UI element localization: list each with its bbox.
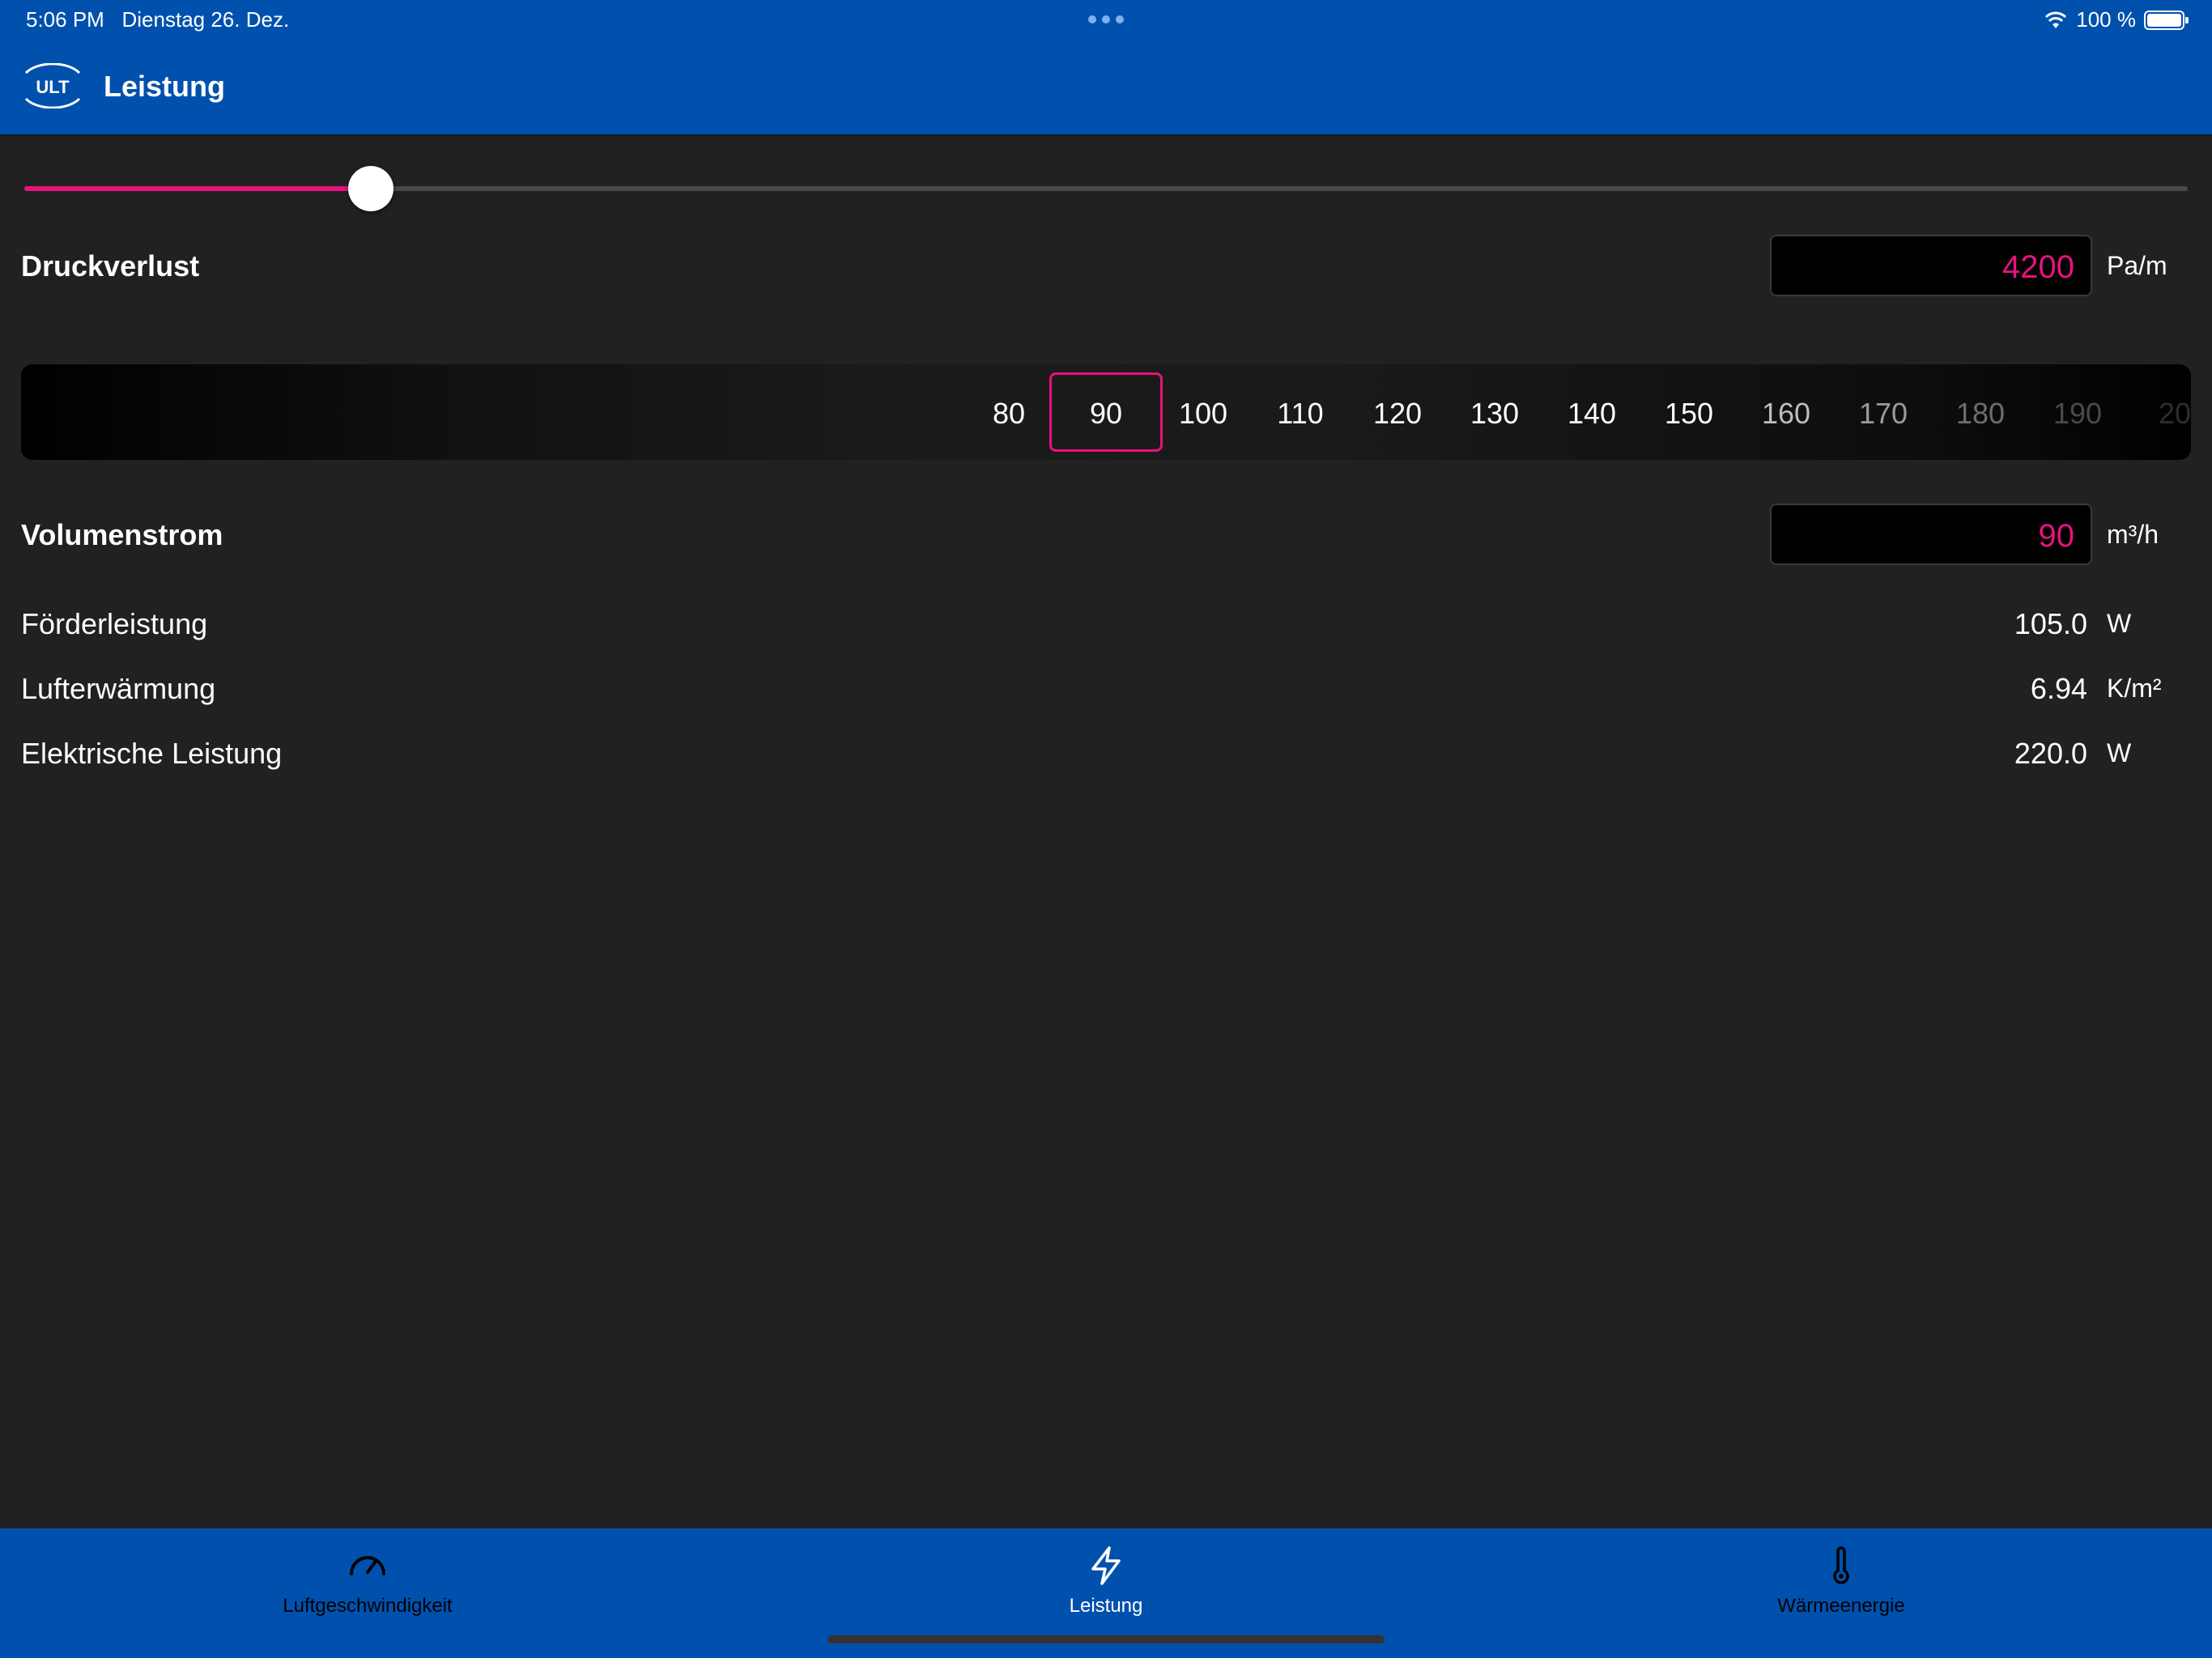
foerderleistung-value: 105.0 [2014, 607, 2087, 640]
tab-luftgeschwindigkeit[interactable]: Luftgeschwindigkeit [206, 1543, 530, 1618]
picker-item[interactable]: 150 [1640, 397, 1738, 431]
home-indicator[interactable] [827, 1635, 1385, 1643]
speedometer-icon [350, 1556, 385, 1575]
lufterwaermung-unit: K/m² [2107, 674, 2162, 703]
picker-item[interactable]: 170 [1835, 397, 1932, 431]
tab-label: Wärmeenergie [1777, 1595, 1905, 1617]
elektrische-leistung-value: 220.0 [2014, 737, 2087, 770]
volumenstrom-label: Volumenstrom [21, 518, 223, 551]
bolt-icon [1091, 1546, 1121, 1585]
elektrische-leistung-unit: W [2107, 738, 2132, 767]
battery-percent: 100 % [2076, 7, 2136, 32]
volumenstrom-picker[interactable]: 80 90 100 110 120 130 140 150 160 170 18… [21, 364, 2191, 460]
picker-item[interactable]: 130 [1446, 397, 1543, 431]
foerderleistung-unit: W [2107, 609, 2132, 638]
tab-waermeenergie[interactable]: Wärmeenergie [1679, 1543, 2003, 1618]
picker-item[interactable]: 110 [1252, 397, 1349, 431]
druckverlust-slider[interactable] [24, 166, 2188, 211]
ult-logo-icon: ULT [24, 63, 81, 108]
picker-item[interactable]: 80 [960, 397, 1057, 431]
picker-item[interactable]: 190 [2029, 397, 2126, 431]
status-time: 5:06 PM Dienstag 26. Dez. [26, 7, 289, 32]
navigation-bar: ULT Leistung [0, 39, 2212, 136]
page-title: Leistung [104, 70, 225, 103]
tab-label: Leistung [1069, 1595, 1143, 1617]
status-time-text: 5:06 PM [26, 7, 104, 32]
status-date: Dienstag 26. Dez. [121, 7, 290, 32]
foerderleistung-label: Förderleistung [21, 607, 208, 640]
multitasking-dots-icon[interactable] [1088, 11, 1124, 28]
picker-item[interactable]: 180 [1932, 397, 2029, 431]
volumenstrom-unit: m³/h [2107, 520, 2159, 549]
picker-item[interactable]: 120 [1349, 397, 1446, 431]
status-right: 100 % [2044, 7, 2189, 32]
slider-thumb[interactable] [347, 166, 393, 211]
druckverlust-label: Druckverlust [21, 249, 200, 283]
picker-item[interactable]: 140 [1543, 397, 1640, 431]
elektrische-leistung-label: Elektrische Leistung [21, 737, 283, 770]
druckverlust-unit: Pa/m [2107, 251, 2167, 280]
thermometer-icon [1833, 1546, 1849, 1584]
picker-item[interactable]: 100 [1155, 397, 1252, 431]
picker-item-selected[interactable]: 90 [1057, 397, 1155, 431]
slider-track-fill [24, 186, 371, 191]
lufterwaermung-value: 6.94 [2030, 672, 2087, 705]
tab-label: Luftgeschwindigkeit [283, 1595, 453, 1617]
battery-icon [2144, 10, 2189, 30]
wifi-icon [2045, 11, 2067, 28]
tab-leistung[interactable]: Leistung [944, 1543, 1268, 1618]
logo-text: ULT [36, 77, 70, 97]
volumenstrom-input[interactable]: 90 [1770, 504, 2092, 565]
lufterwaermung-label: Lufterwärmung [21, 672, 216, 705]
picker-item[interactable]: 160 [1738, 397, 1835, 431]
status-bar: 5:06 PM Dienstag 26. Dez. 100 % [0, 0, 2212, 39]
druckverlust-input[interactable]: 4200 [1770, 235, 2092, 296]
picker-item[interactable]: 20 [2126, 397, 2191, 431]
